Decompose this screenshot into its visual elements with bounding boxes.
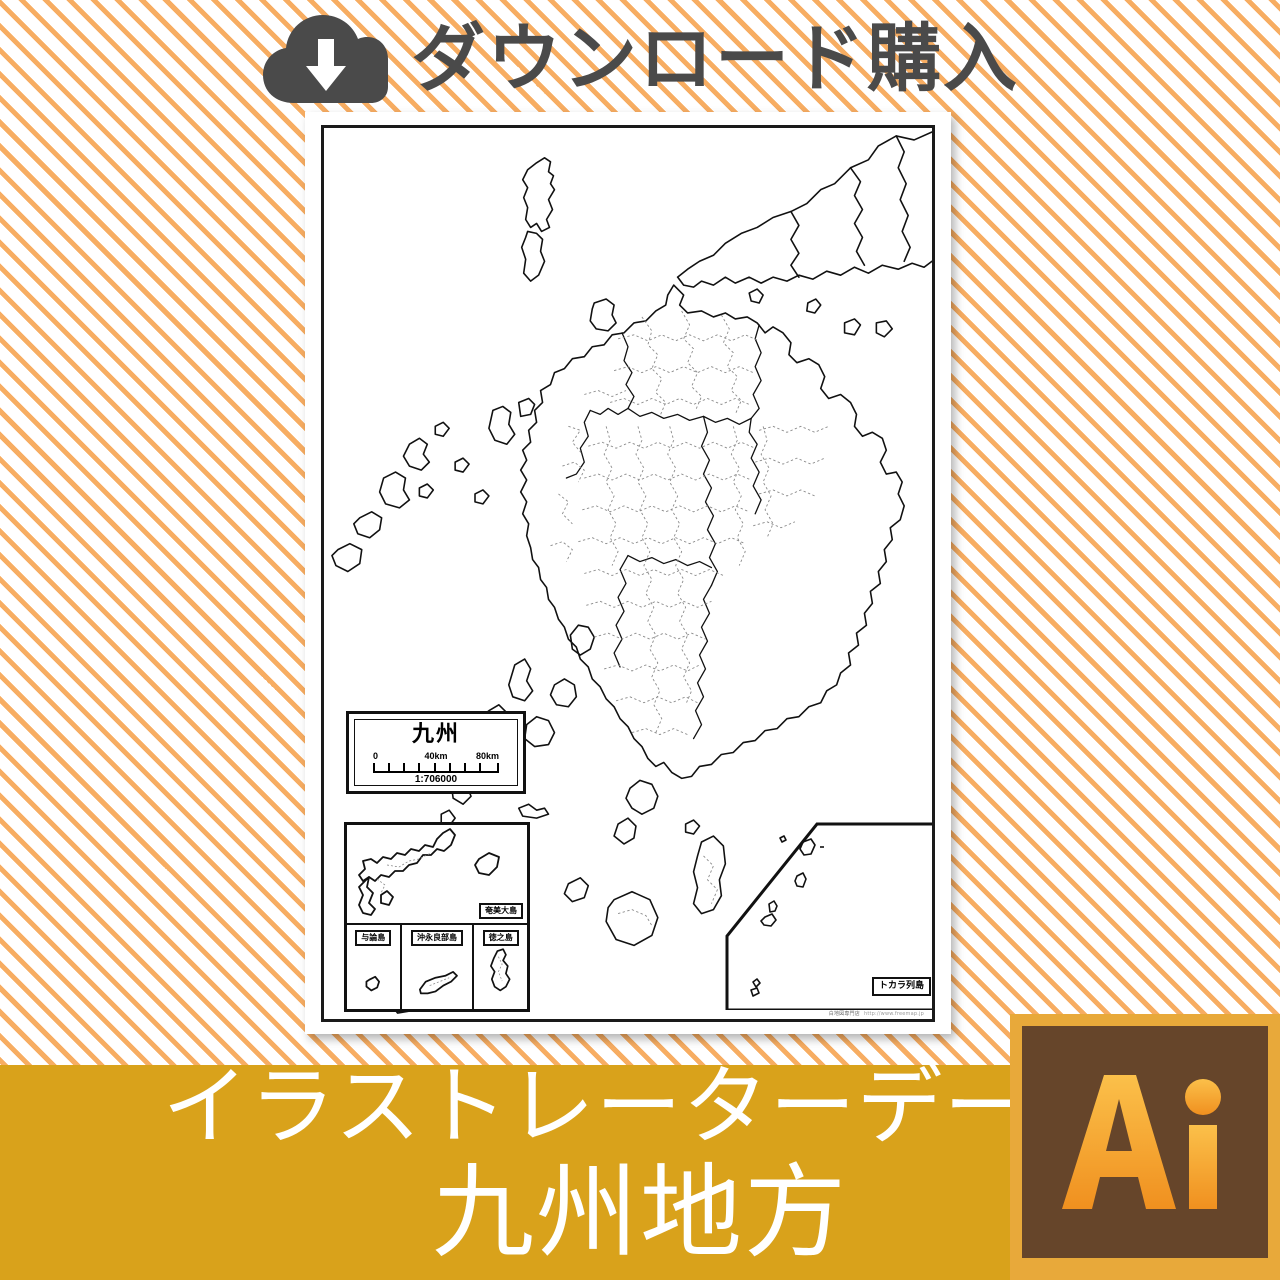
map-title-block: 九州 0 40km 80km 1:706000 [346,711,526,794]
inset-label-tokara-retto: トカラ列島 [871,977,931,996]
inset-yoron-to: 与論島 [347,925,402,1009]
inset-label-okinoerabu-jima: 沖永良部島 [410,930,463,946]
inset-tokunoshima: 徳之島 [474,925,527,1009]
scale-label-40: 40km [424,751,448,761]
scale-bar-ruler [373,762,499,773]
inset-okinoerabu-jima: 沖永良部島 [402,925,475,1009]
inset-amami-oshima: 奄美大島 [347,825,527,925]
map-title-block-inner: 九州 0 40km 80km 1:706000 [354,719,518,786]
adobe-illustrator-badge [1010,1014,1280,1280]
amami-inset-group: 奄美大島 与論島 沖永良部島 徳之島 [344,822,530,1012]
inset-row-small-islands: 与論島 沖永良部島 徳之島 [347,925,527,1009]
scale-ratio: 1:706000 [414,774,458,785]
cloud-download-icon [263,15,388,103]
inset-label-amami-oshima: 奄美大島 [479,903,523,919]
page-root: ダウンロード購入 九州 0 40km 80km 1:706000 奄美大島 与論… [0,0,1280,1280]
credit-name: 白地図専門店 [828,1011,860,1017]
credit-url: http://www.freemap.jp [863,1011,924,1017]
ai-logo-icon [1062,1075,1221,1209]
scale-bar: 0 40km 80km 1:706000 [373,751,499,785]
scale-bar-labels: 0 40km 80km [373,751,499,762]
inset-label-tokunoshima: 徳之島 [482,930,519,946]
scale-label-0: 0 [373,751,379,761]
header-title: ダウンロード購入 [411,16,1019,102]
download-purchase-header: ダウンロード購入 [0,0,1280,118]
inset-tokara-retto: トカラ列島 [725,814,932,1010]
map-title: 九州 [411,722,460,747]
map-credit: 白地図専門店 http://www.freemap.jp [829,1010,924,1017]
map-frame: 九州 0 40km 80km 1:706000 奄美大島 与論島 沖永良部島 徳… [321,125,935,1022]
inset-label-yoron-to: 与論島 [355,930,392,946]
map-card: 九州 0 40km 80km 1:706000 奄美大島 与論島 沖永良部島 徳… [305,112,951,1034]
adobe-illustrator-badge-inner [1022,1026,1268,1258]
scale-label-80: 80km [475,751,499,761]
